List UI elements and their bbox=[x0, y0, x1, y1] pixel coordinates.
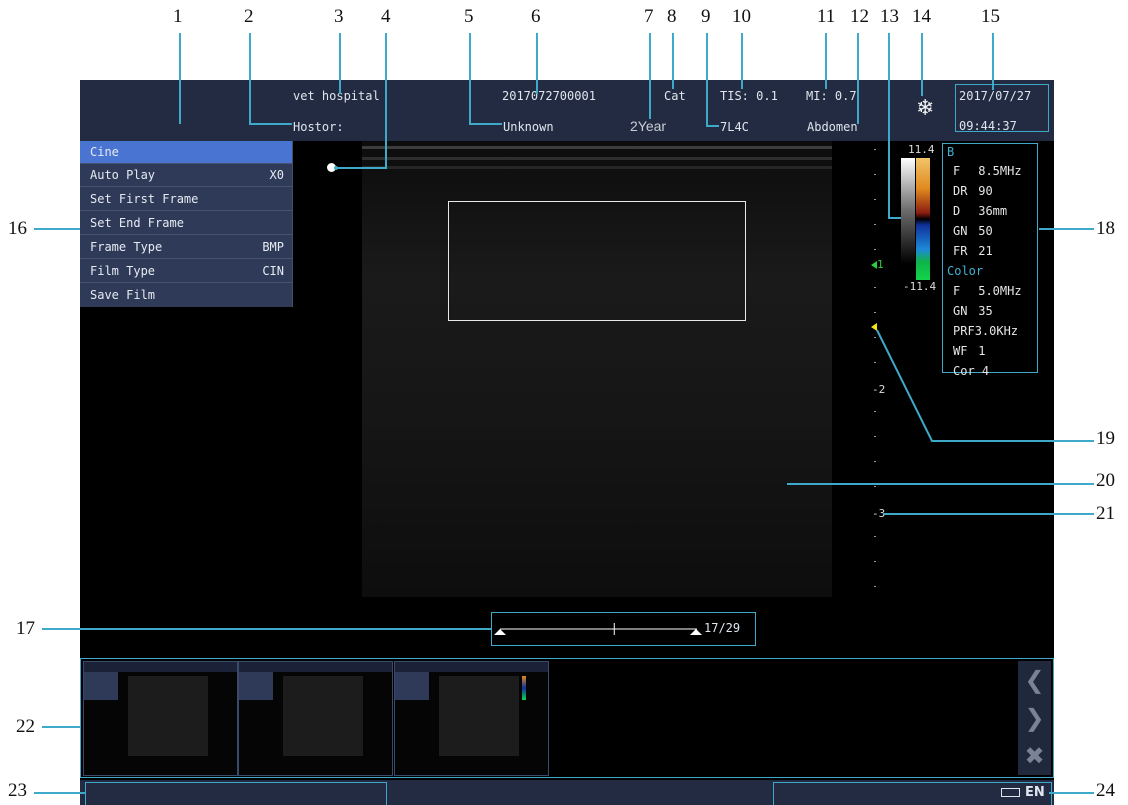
leader-line bbox=[876, 329, 1094, 442]
leader-dot bbox=[334, 166, 338, 170]
leader-line bbox=[249, 33, 292, 125]
leader-line bbox=[336, 33, 387, 169]
leader-line bbox=[888, 33, 901, 219]
callout-leaders bbox=[34, 33, 1094, 794]
leader-line bbox=[706, 33, 719, 127]
leader-line bbox=[469, 33, 502, 125]
